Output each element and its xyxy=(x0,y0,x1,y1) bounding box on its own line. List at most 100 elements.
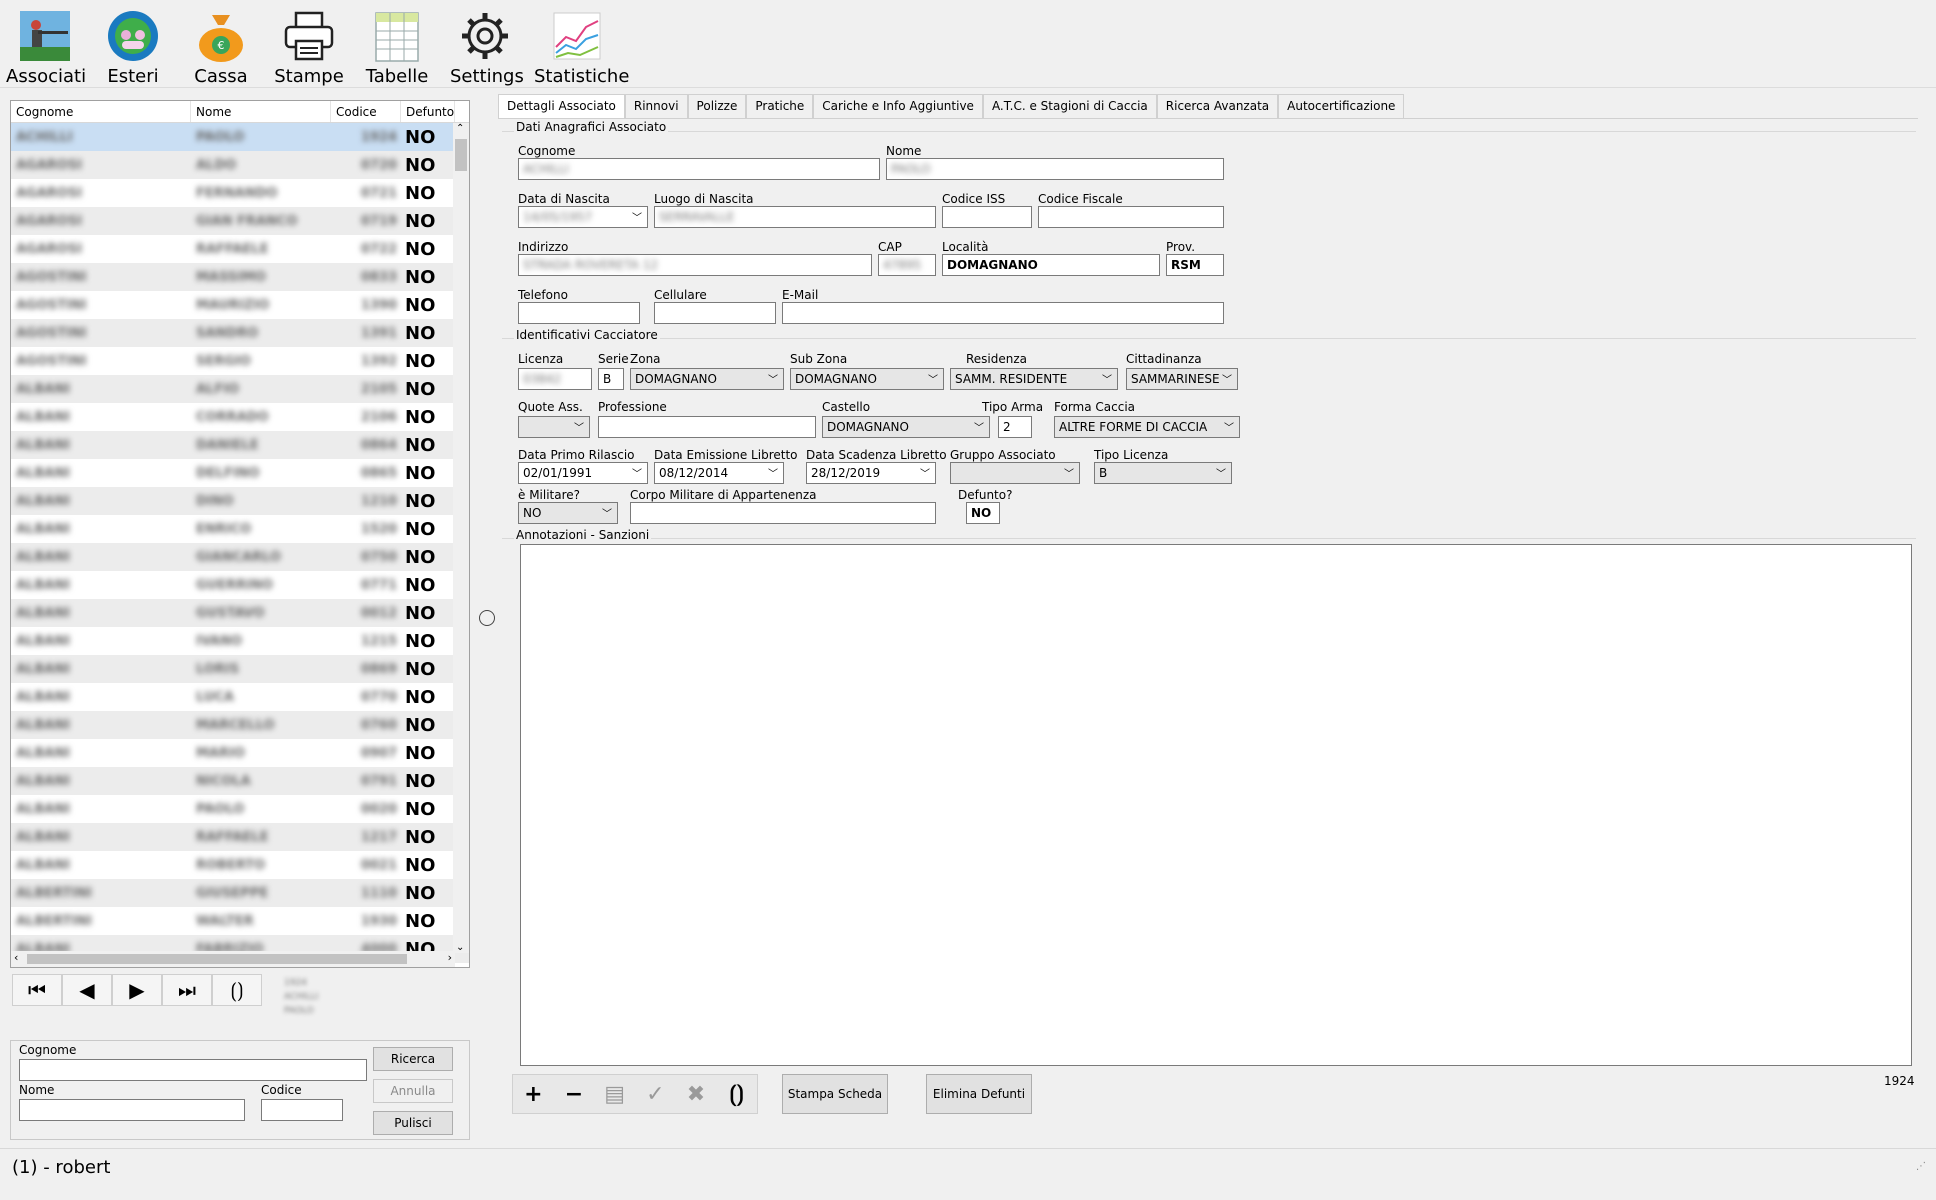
tab-cariche[interactable]: Cariche e Info Aggiuntive xyxy=(813,94,983,118)
grid-header-cognome[interactable]: Cognome xyxy=(11,101,191,122)
table-row[interactable]: ALBERTINI GIUSEPPE 1110 NO xyxy=(11,879,469,907)
tab-rinnovi[interactable]: Rinnovi xyxy=(624,94,688,118)
annulla-button[interactable]: Annulla xyxy=(373,1079,453,1103)
serie-field[interactable]: B xyxy=(598,368,624,390)
email-field[interactable] xyxy=(782,302,1224,324)
last-record-button[interactable]: ⏭ xyxy=(162,974,212,1006)
cap-field[interactable]: 47895 xyxy=(878,254,936,276)
grid-horizontal-scrollbar[interactable]: ‹ › xyxy=(11,951,455,967)
table-row[interactable]: ALBANI ROBERTO 0021 NO xyxy=(11,851,469,879)
previous-record-button[interactable]: ◀ xyxy=(62,974,112,1006)
ricerca-button[interactable]: Ricerca xyxy=(373,1047,453,1071)
scadenza-picker[interactable]: 28/12/2019 ﹀ xyxy=(806,462,936,484)
prov-field[interactable]: RSM xyxy=(1166,254,1224,276)
subzona-select[interactable]: DOMAGNANO ﹀ xyxy=(790,368,944,390)
quote-select[interactable]: ﹀ xyxy=(518,416,590,438)
militare-select[interactable]: NO ﹀ xyxy=(518,502,618,524)
tab-polizze[interactable]: Polizze xyxy=(687,94,747,118)
table-row[interactable]: AGOSTINI SERGIO 1392 NO xyxy=(11,347,469,375)
table-row[interactable]: ALBERTINI WALTER 1930 NO xyxy=(11,907,469,935)
table-row[interactable]: ALBANI DINO 1210 NO xyxy=(11,487,469,515)
grid-vertical-scrollbar[interactable]: ⌃ ⌄ xyxy=(453,123,469,953)
toolbar-statistiche-button[interactable]: Statistiche xyxy=(534,8,629,87)
pulisci-button[interactable]: Pulisci xyxy=(373,1111,453,1135)
annotazioni-textarea[interactable] xyxy=(520,544,1912,1066)
forma-caccia-select[interactable]: ALTRE FORME DI CACCIA ﹀ xyxy=(1054,416,1240,438)
grid-header-defunto[interactable]: Defunto xyxy=(401,101,455,122)
tab-ricerca-avanzata[interactable]: Ricerca Avanzata xyxy=(1156,94,1279,118)
cellulare-field[interactable] xyxy=(654,302,776,324)
scroll-up-icon[interactable]: ⌃ xyxy=(456,123,464,134)
table-row[interactable]: ALBANI GUERRINO 0771 NO xyxy=(11,571,469,599)
table-row[interactable]: AGAROSI FERNANDO 0721 NO xyxy=(11,179,469,207)
emissione-picker[interactable]: 08/12/2014 ﹀ xyxy=(654,462,784,484)
cittadinanza-select[interactable]: SAMMARINESE ﹀ xyxy=(1126,368,1238,390)
grid-header-nome[interactable]: Nome xyxy=(191,101,331,122)
refresh-grid-button[interactable]: ⟮⟯ xyxy=(212,974,262,1006)
indirizzo-field[interactable]: STRADA ROVERETA 12 xyxy=(518,254,872,276)
splitter-handle[interactable] xyxy=(479,610,495,626)
data-nascita-picker[interactable]: 14/05/1957 ﹀ xyxy=(518,206,648,228)
residenza-select[interactable]: SAMM. RESIDENTE ﹀ xyxy=(950,368,1118,390)
toolbar-esteri-button[interactable]: Esteri xyxy=(98,8,168,87)
professione-field[interactable] xyxy=(598,416,816,438)
elimina-defunti-button[interactable]: Elimina Defunti xyxy=(926,1074,1032,1114)
associati-grid[interactable]: Cognome Nome Codice Defunto ACHILLI PAOLO… xyxy=(10,100,470,968)
table-row[interactable]: AGOSTINI MAURIZIO 1390 NO xyxy=(11,291,469,319)
confirm-record-button[interactable]: ✓ xyxy=(635,1075,676,1113)
table-row[interactable]: ALBANI GUSTAVO 0012 NO xyxy=(11,599,469,627)
table-row[interactable]: AGOSTINI MASSIMO 0833 NO xyxy=(11,263,469,291)
codice-fiscale-field[interactable] xyxy=(1038,206,1224,228)
tab-pratiche[interactable]: Pratiche xyxy=(746,94,814,118)
table-row[interactable]: ALBANI PAOLO 0020 NO xyxy=(11,795,469,823)
toolbar-settings-button[interactable]: Settings xyxy=(450,8,524,87)
stampa-scheda-button[interactable]: Stampa Scheda xyxy=(782,1074,888,1114)
table-row[interactable]: ALBANI DANIELE 0864 NO xyxy=(11,431,469,459)
table-row[interactable]: AGOSTINI SANDRO 1391 NO xyxy=(11,319,469,347)
scroll-left-icon[interactable]: ‹ xyxy=(14,951,18,964)
tipo-arma-field[interactable]: 2 xyxy=(998,416,1032,438)
refresh-record-button[interactable]: ⟮⟯ xyxy=(716,1075,757,1113)
tab-atc-stagioni[interactable]: A.T.C. e Stagioni di Caccia xyxy=(982,94,1157,118)
table-row[interactable]: ALBANI LORIS 0869 NO xyxy=(11,655,469,683)
next-record-button[interactable]: ▶ xyxy=(112,974,162,1006)
zona-select[interactable]: DOMAGNANO ﹀ xyxy=(630,368,784,390)
table-row[interactable]: AGAROSI RAFFAELE 0722 NO xyxy=(11,235,469,263)
search-cognome-input[interactable] xyxy=(19,1059,367,1081)
table-row[interactable]: ALBANI ENRICO 1520 NO xyxy=(11,515,469,543)
table-row[interactable]: ALBANI ALFIO 2105 NO xyxy=(11,375,469,403)
scroll-right-icon[interactable]: › xyxy=(448,951,452,964)
toolbar-cassa-button[interactable]: € Cassa xyxy=(186,8,256,87)
table-row[interactable]: ALBANI LUCA 0770 NO xyxy=(11,683,469,711)
localita-field[interactable]: DOMAGNANO xyxy=(942,254,1160,276)
castello-select[interactable]: DOMAGNANO ﹀ xyxy=(822,416,990,438)
licenza-field[interactable]: 03842 xyxy=(518,368,592,390)
table-row[interactable]: ALBANI MARIO 0907 NO xyxy=(11,739,469,767)
grid-header-codice[interactable]: Codice xyxy=(331,101,401,122)
cancel-record-button[interactable]: ✖ xyxy=(676,1075,717,1113)
tipo-licenza-select[interactable]: B ﹀ xyxy=(1094,462,1232,484)
toolbar-associati-button[interactable]: Associati xyxy=(6,8,86,87)
table-row[interactable]: ALBANI NICOLA 0791 NO xyxy=(11,767,469,795)
primo-rilascio-picker[interactable]: 02/01/1991 ﹀ xyxy=(518,462,648,484)
codice-iss-field[interactable] xyxy=(942,206,1032,228)
toolbar-stampe-button[interactable]: Stampe xyxy=(272,8,346,87)
scroll-thumb-horizontal[interactable] xyxy=(27,954,407,964)
table-row[interactable]: AGAROSI ALDO 0720 NO xyxy=(11,151,469,179)
search-codice-input[interactable] xyxy=(261,1099,343,1121)
table-row[interactable]: AGAROSI GIAN FRANCO 0719 NO xyxy=(11,207,469,235)
table-row[interactable]: ALBANI MARCELLO 0760 NO xyxy=(11,711,469,739)
table-row[interactable]: ALBANI GIANCARLO 0750 NO xyxy=(11,543,469,571)
tab-autocertificazione[interactable]: Autocertificazione xyxy=(1278,94,1405,118)
corpo-militare-field[interactable] xyxy=(630,502,936,524)
delete-record-button[interactable]: − xyxy=(554,1075,595,1113)
table-row[interactable]: ACHILLI PAOLO 1924 NO xyxy=(11,123,469,151)
add-record-button[interactable]: + xyxy=(513,1075,554,1113)
scroll-down-icon[interactable]: ⌄ xyxy=(456,942,464,953)
table-row[interactable]: ALBANI DELFINO 0865 NO xyxy=(11,459,469,487)
defunto-field[interactable]: NO xyxy=(966,502,1000,524)
luogo-nascita-field[interactable]: SERRAVALLE xyxy=(654,206,936,228)
search-nome-input[interactable] xyxy=(19,1099,245,1121)
resize-grip-icon[interactable]: ⋰ xyxy=(1916,1161,1926,1172)
table-row[interactable]: ALBANI RAFFAELE 1217 NO xyxy=(11,823,469,851)
